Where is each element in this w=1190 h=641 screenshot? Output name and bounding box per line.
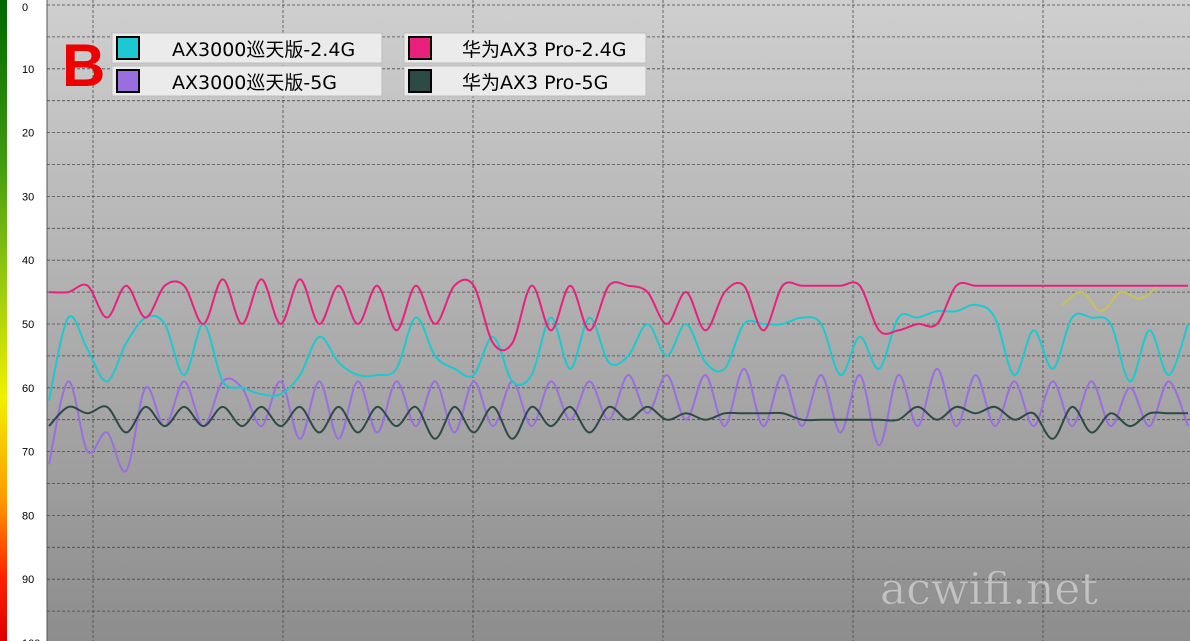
legend-swatch-4 xyxy=(408,69,432,93)
panel-marker: B xyxy=(62,32,105,99)
quality-scale-bar xyxy=(0,0,7,641)
signal-chart: 0102030405060708090100 AX3000巡天版-2.4G AX… xyxy=(0,0,1190,641)
watermark: acwifi.net xyxy=(880,564,1098,615)
y-tick-label: 90 xyxy=(22,574,34,586)
legend-swatch-2 xyxy=(116,69,140,93)
legend-label-4: 华为AX3 Pro-5G xyxy=(462,72,608,94)
y-tick-label: 30 xyxy=(22,191,34,203)
y-tick-label: 20 xyxy=(22,128,34,140)
legend-label-2: AX3000巡天版-5G xyxy=(172,72,337,94)
y-tick-label: 70 xyxy=(22,447,34,459)
y-tick-label: 10 xyxy=(22,64,34,76)
y-tick-label: 40 xyxy=(22,255,34,267)
chart-root: 0102030405060708090100 AX3000巡天版-2.4G AX… xyxy=(0,0,1190,641)
y-tick-label: 60 xyxy=(22,383,34,395)
y-tick-label: 0 xyxy=(22,2,28,14)
legend-swatch-3 xyxy=(408,36,432,60)
legend-swatch-1 xyxy=(116,36,140,60)
y-tick-label: 80 xyxy=(22,510,34,522)
legend-label-1: AX3000巡天版-2.4G xyxy=(172,39,355,61)
y-tick-label: 50 xyxy=(22,319,34,331)
legend-label-3: 华为AX3 Pro-2.4G xyxy=(462,39,626,61)
